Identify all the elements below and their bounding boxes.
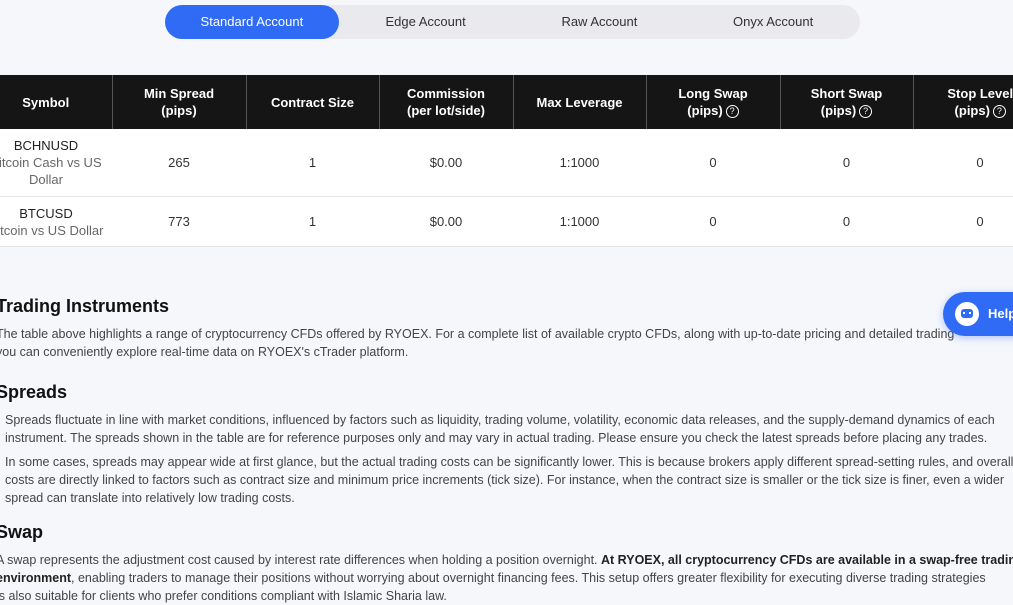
paragraph: The table above highlights a range of cr…: [0, 327, 955, 341]
header-long-swap: Long Swap (pips)?: [645, 75, 780, 129]
paragraph: costs are directly linked to factors suc…: [5, 473, 1004, 487]
trading-instruments-section: Trading Instruments The table above high…: [0, 296, 954, 361]
table-row: BCHNUSD Bitcoin Cash vs US Dollar 265 1 $…: [0, 129, 1013, 197]
tab-standard-account[interactable]: Standard Account: [165, 5, 339, 39]
cell-long-swap: 0: [646, 129, 780, 197]
header-max-leverage: Max Leverage: [512, 75, 646, 129]
header-contract-size: Contract Size: [245, 75, 379, 129]
cell-long-swap: 0: [646, 196, 780, 247]
table-row: BTCUSD Bitcoin vs US Dollar 773 1 $0.00 1…: [0, 196, 1013, 247]
cell-min-spread: 773: [112, 196, 246, 247]
section-title: Spreads: [0, 382, 68, 402]
paragraph: instrument. The spreads shown in the tab…: [5, 431, 988, 445]
section-title: Trading Instruments: [0, 296, 170, 316]
cell-short-swap: 0: [780, 129, 913, 197]
cell-stop-level: 0: [913, 129, 1013, 197]
header-min-spread: Min Spread (pips): [111, 75, 246, 129]
cell-max-leverage: 1:1000: [513, 129, 646, 197]
header-stop-level: Stop Level (pips)?: [912, 75, 1013, 129]
cell-min-spread: 265: [112, 129, 246, 197]
paragraph: environment, enabling traders to manage …: [0, 571, 986, 585]
question-icon[interactable]: ?: [725, 105, 739, 119]
help-button[interactable]: Help: [943, 292, 1013, 336]
paragraph: spread can translate into relatively low…: [5, 491, 295, 505]
header-symbol: Symbol: [0, 75, 112, 129]
cell-contract-size: 1: [246, 196, 379, 247]
table-header-row: Symbol Min Spread (pips) Contract Size Co…: [0, 75, 1013, 129]
cell-commission: $0.00: [379, 196, 513, 247]
cell-short-swap: 0: [780, 196, 913, 247]
section-title: Swap: [0, 522, 44, 542]
header-short-swap: Short Swap (pips)?: [779, 75, 913, 129]
cell-symbol: BCHNUSD Bitcoin Cash vs US Dollar: [0, 129, 112, 197]
cell-max-leverage: 1:1000: [513, 196, 646, 247]
question-icon[interactable]: ?: [992, 105, 1006, 119]
header-commission: Commission (per lot/side): [378, 75, 513, 129]
cell-symbol: BTCUSD Bitcoin vs US Dollar: [0, 196, 112, 247]
spreads-section: Spreads Spreads fluctuate in line with m…: [0, 382, 1013, 507]
help-label: Help: [988, 306, 1013, 321]
swap-section: Swap A swap represents the adjustment co…: [0, 522, 1013, 605]
cell-contract-size: 1: [246, 129, 379, 197]
account-type-tabs: Standard Account Edge Account Raw Accoun…: [165, 5, 860, 39]
cell-commission: $0.00: [379, 129, 513, 197]
paragraph: is also suitable for clients who prefer …: [0, 589, 447, 603]
tab-onyx-account[interactable]: Onyx Account: [686, 5, 860, 39]
tab-edge-account[interactable]: Edge Account: [339, 5, 513, 39]
robot-icon: [955, 302, 979, 326]
question-icon[interactable]: ?: [859, 105, 873, 119]
paragraph: Spreads fluctuate in line with market co…: [5, 413, 995, 427]
instruments-table: Symbol Min Spread (pips) Contract Size Co…: [0, 75, 1013, 247]
paragraph: you can conveniently explore real-time d…: [0, 345, 409, 359]
cell-stop-level: 0: [913, 196, 1013, 247]
paragraph: In some cases, spreads may appear wide a…: [5, 455, 1013, 469]
paragraph: A swap represents the adjustment cost ca…: [0, 553, 1013, 567]
tab-raw-account[interactable]: Raw Account: [513, 5, 687, 39]
